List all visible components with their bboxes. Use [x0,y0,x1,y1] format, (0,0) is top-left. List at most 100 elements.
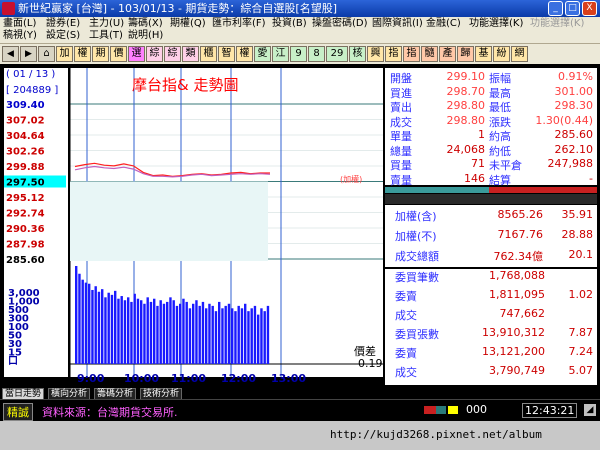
chart-canvas: 309.40 307.02 304.64 302.26 299.88 297.50 295.… [4,68,383,385]
price-tick-label: 304.64 [6,131,45,142]
toolbar-btn-6[interactable]: 綜 [146,46,163,62]
volume-bar [120,296,123,364]
time-tick-label: 10:00 [124,372,159,385]
menu-function-select[interactable]: 功能選擇(K) [469,18,523,30]
toolbar-btn-14[interactable]: 9 [290,46,307,62]
order-value: 1,811,095 [489,288,545,301]
toolbar-btn-3[interactable]: 期 [92,46,109,62]
toolbar-btn-4[interactable]: 價 [110,46,127,62]
toolbar-btn-11[interactable]: 權 [236,46,253,62]
menu-intl-info[interactable]: 國際資訊(I) [372,18,423,30]
volume-bar [211,305,214,364]
volume-bar [201,301,205,364]
menu-forex[interactable]: 匯市利率(F) [212,18,266,30]
toolbar-btn-5[interactable]: 選 [128,46,145,62]
toolbar-btn-19[interactable]: 指 [385,46,402,62]
volume-bar [159,300,162,364]
order-change: 1.02 [568,288,594,301]
menu-trading-code[interactable]: 操盤密碼(D) [312,18,368,30]
toolbar-btn-10[interactable]: 智 [218,46,235,62]
toolbar-btn-22[interactable]: 產 [439,46,456,62]
toolbar-btn-7[interactable]: 綜 [164,46,181,62]
volume-bar [166,301,169,364]
menu-screen[interactable]: 畫面(L) [3,18,36,30]
order-label: 委賣 [395,290,417,303]
toolbar-btn-9[interactable]: 櫃 [200,46,217,62]
volume-bar [205,308,208,364]
home-icon[interactable]: ⌂ [38,46,55,62]
quote-value: 1 [478,128,485,141]
close-button[interactable]: X [582,1,597,16]
toolbar-btn-16[interactable]: 29 [326,46,348,62]
menu-tools[interactable]: 工具(T) [89,30,123,42]
volume-bar [253,305,257,364]
price-tick-label: 287.98 [6,240,45,251]
order-value: 1,768,088 [489,269,545,282]
toolbar-btn-23[interactable]: 歸 [457,46,474,62]
toolbar-btn-17[interactable]: 核 [349,46,366,62]
volume-bar [94,286,97,364]
toolbar-btn-26[interactable]: 網 [511,46,528,62]
data-source: 資料來源：台灣期貨交易所. [42,406,178,419]
toolbar-btn-15[interactable]: 8 [308,46,325,62]
toolbar-btn-1[interactable]: 加 [56,46,73,62]
volume-bar [231,308,234,364]
volume-bar [114,290,117,364]
menu-finance[interactable]: 金融(C) [426,18,461,30]
menu-settings[interactable]: 設定(S) [46,30,80,42]
volume-bar [136,298,140,364]
toolbar-btn-12[interactable]: 愛 [254,46,271,62]
maximize-button[interactable]: □ [565,1,580,16]
index-value: 7167.76 [497,228,544,241]
page-indicator: ( 01 / 13 ) [6,69,56,80]
index-bar [385,194,597,204]
toolbar-btn-25[interactable]: 紛 [493,46,510,62]
index-change: 20.1 [568,248,594,261]
menu-help[interactable]: 說明(H) [128,30,163,42]
intraday-chart[interactable]: 309.40 307.02 304.64 302.26 299.88 297.50 295.… [0,64,385,387]
toolbar-btn-21[interactable]: 髓 [421,46,438,62]
quote-value-2: 262.10 [554,142,594,156]
menu-view[interactable]: 稿視(Y) [3,30,37,42]
signal-yellow-icon [448,406,458,414]
volume-bar [162,303,166,364]
toolbar-btn-8[interactable]: 類 [182,46,199,62]
menu-securities[interactable]: 證券(E) [46,18,80,30]
volume-tick-label: 口 [8,356,18,367]
volume-bar [88,283,91,364]
quote-value: 298.80 [446,113,486,127]
volume-bar [107,292,110,364]
price-tick-label: 290.36 [6,224,45,235]
mode-badge[interactable]: 精誠 [3,403,33,421]
volume-bar [240,308,244,364]
minimize-button[interactable]: _ [548,1,563,16]
back-arrow-icon[interactable]: ◀ [2,46,19,62]
volume-bar [185,301,188,364]
price-tick-label: 302.26 [6,147,45,158]
toolbar-btn-18[interactable]: 興 [367,46,384,62]
index-change: 28.88 [561,228,594,241]
quote-value: 298.70 [446,84,486,98]
toolbar-btn-20[interactable]: 指 [403,46,420,62]
menu-invest[interactable]: 投資(B) [272,18,307,30]
volume-label: [ 204889 ] [6,85,59,96]
toolbar-btn-24[interactable]: 基 [475,46,492,62]
resize-grip-icon[interactable]: ◢ [584,404,596,416]
volume-bar [175,305,179,364]
menu-chips[interactable]: 籌碼(X) [128,18,163,30]
volume-bar [110,294,114,364]
volume-bar [97,291,101,364]
forward-arrow-icon[interactable]: ▶ [20,46,37,62]
volume-bar [227,303,231,364]
toolbar-btn-2[interactable]: 權 [74,46,91,62]
menu-major[interactable]: 主力(U) [89,18,124,30]
toolbar-btn-13[interactable]: 江 [272,46,289,62]
quote-value: 24,068 [446,142,486,156]
quote-value-2: 285.60 [554,128,594,141]
index-value: 8565.26 [497,208,544,221]
volume-bar [81,279,84,364]
price-tick-label: 285.60 [6,255,45,266]
menu-options[interactable]: 期權(Q) [170,18,206,30]
order-value: 3,790,749 [489,364,545,377]
clock: 12:43:21 [522,403,578,418]
